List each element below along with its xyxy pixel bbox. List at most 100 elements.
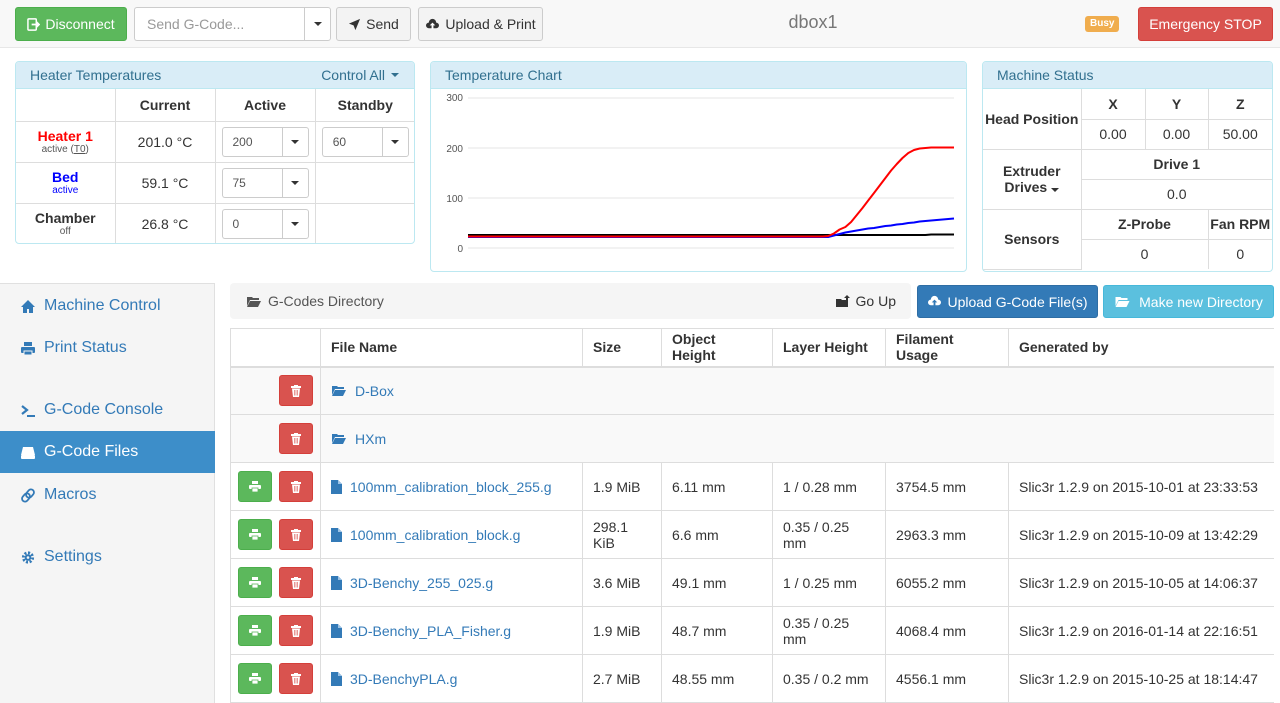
sidebar-item-settings[interactable]: Settings bbox=[0, 536, 215, 578]
sidebar-item-print-status[interactable]: Print Status bbox=[0, 327, 215, 369]
send-icon bbox=[349, 18, 361, 30]
disconnect-button[interactable]: Disconnect bbox=[15, 7, 127, 41]
chevron-down-icon bbox=[291, 180, 299, 185]
file-link[interactable]: 100mm_calibration_block.g bbox=[331, 527, 572, 543]
top-navbar: Disconnect Send Upload & Print dbox1 Bus… bbox=[0, 0, 1280, 48]
printer-icon bbox=[21, 341, 35, 355]
delete-button[interactable] bbox=[279, 567, 313, 598]
file-name-cell[interactable]: 3D-Benchy_PLA_Fisher.g bbox=[320, 606, 583, 655]
fan-rpm-value: 0 bbox=[1207, 238, 1272, 269]
actions-cell bbox=[230, 414, 321, 463]
sidebar: Machine Control Print Status G-Code Cons… bbox=[0, 283, 215, 703]
active-temp-value[interactable]: 0 bbox=[221, 208, 282, 239]
go-up-label: Go Up bbox=[855, 293, 896, 309]
emergency-stop-button[interactable]: Emergency STOP bbox=[1138, 7, 1273, 41]
layer-height: 1 / 0.25 mm bbox=[772, 558, 886, 607]
column-header[interactable]: Size bbox=[582, 328, 662, 368]
active-temp-input[interactable]: 0 bbox=[221, 208, 309, 239]
standby-temp-dropdown[interactable] bbox=[381, 126, 409, 157]
heater-name[interactable]: Heater 1 bbox=[16, 128, 115, 144]
delete-button[interactable] bbox=[279, 663, 313, 694]
column-header[interactable]: Filament Usage bbox=[885, 328, 1009, 368]
upload-print-button[interactable]: Upload & Print bbox=[418, 7, 543, 41]
delete-button[interactable] bbox=[279, 615, 313, 646]
file-row[interactable]: 100mm_calibration_block_255.g 1.9 MiB 6.11… bbox=[230, 462, 1274, 511]
gcode-input[interactable] bbox=[134, 7, 304, 41]
directory-name-cell[interactable]: D-Box bbox=[320, 366, 1274, 415]
file-name-cell[interactable]: 100mm_calibration_block.g bbox=[320, 510, 583, 559]
column-header[interactable]: Layer Height bbox=[772, 328, 886, 368]
sidebar-item-macros[interactable]: Macros bbox=[0, 474, 215, 516]
sidebar-item-label: Machine Control bbox=[44, 297, 161, 314]
folder-open-icon bbox=[1115, 297, 1130, 307]
file-row[interactable]: 100mm_calibration_block.g 298.1 KiB 6.6 mm… bbox=[230, 510, 1274, 559]
send-button[interactable]: Send bbox=[336, 7, 411, 41]
heater-row-1: Heater 1 active (T0) 201.0 °C 200 60 bbox=[16, 120, 414, 163]
make-directory-button[interactable]: Make new Directory bbox=[1103, 285, 1274, 318]
gcode-history-dropdown[interactable] bbox=[304, 7, 331, 41]
file-link[interactable]: 3D-Benchy_PLA_Fisher.g bbox=[331, 623, 572, 639]
tool-link[interactable]: T0 bbox=[74, 144, 86, 155]
delete-button[interactable] bbox=[279, 471, 313, 502]
file-link[interactable]: 3D-Benchy_255_025.g bbox=[331, 575, 572, 591]
file-name-cell[interactable]: 100mm_calibration_block_255.g bbox=[320, 462, 583, 511]
directory-name-cell[interactable]: HXm bbox=[320, 414, 1274, 463]
column-header[interactable]: Generated by bbox=[1008, 328, 1274, 368]
delete-button[interactable] bbox=[279, 423, 313, 454]
sidebar-item-gcode-files[interactable]: G-Code Files bbox=[0, 431, 215, 473]
column-header bbox=[230, 328, 321, 368]
directory-row[interactable]: HXm bbox=[230, 414, 1274, 463]
file-name-cell[interactable]: 3D-BenchyPLA.g bbox=[320, 654, 583, 703]
print-button[interactable] bbox=[238, 615, 272, 646]
active-temp-dropdown[interactable] bbox=[281, 167, 309, 198]
actions-cell bbox=[230, 654, 321, 703]
level-up-icon bbox=[835, 294, 850, 307]
directory-link[interactable]: D-Box bbox=[331, 383, 1264, 399]
active-temp-dropdown[interactable] bbox=[281, 208, 309, 239]
file-link[interactable]: 3D-BenchyPLA.g bbox=[331, 671, 572, 687]
file-row[interactable]: 3D-Benchy_255_025.g 3.6 MiB 49.1 mm 1 / 0.2… bbox=[230, 558, 1274, 607]
active-temp-value[interactable]: 75 bbox=[221, 167, 282, 198]
sensors-label: Sensors bbox=[983, 208, 1082, 270]
file-icon bbox=[331, 479, 342, 494]
standby-temp-cell: 60 bbox=[314, 120, 414, 163]
go-up-button[interactable]: Go Up bbox=[835, 283, 896, 319]
column-header[interactable]: Object Height bbox=[661, 328, 773, 368]
delete-button[interactable] bbox=[279, 375, 313, 407]
upload-gcode-button[interactable]: Upload G-Code File(s) bbox=[917, 285, 1098, 318]
print-button[interactable] bbox=[238, 663, 272, 694]
file-row[interactable]: 3D-Benchy_PLA_Fisher.g 1.9 MiB 48.7 mm 0.35… bbox=[230, 606, 1274, 655]
active-temp-input[interactable]: 75 bbox=[221, 167, 309, 198]
file-link[interactable]: 100mm_calibration_block_255.g bbox=[331, 479, 572, 495]
folder-open-icon bbox=[332, 386, 346, 397]
directory-link[interactable]: HXm bbox=[331, 431, 1264, 447]
heater-name[interactable]: Chamber bbox=[16, 210, 115, 226]
printer-icon bbox=[249, 481, 261, 492]
delete-button[interactable] bbox=[279, 519, 313, 550]
active-temp-dropdown[interactable] bbox=[281, 126, 309, 157]
active-temp-input[interactable]: 200 bbox=[221, 126, 309, 157]
folder-open-icon bbox=[247, 296, 261, 307]
active-temp-value[interactable]: 200 bbox=[221, 126, 282, 157]
extruder-drives-dropdown[interactable]: Extruder Drives bbox=[983, 148, 1082, 210]
file-row[interactable]: 3D-BenchyPLA.g 2.7 MiB 48.55 mm 0.35 / 0.2 … bbox=[230, 654, 1274, 703]
zprobe-label: Z-Probe bbox=[1080, 208, 1209, 240]
print-button[interactable] bbox=[238, 519, 272, 550]
file-name-cell[interactable]: 3D-Benchy_255_025.g bbox=[320, 558, 583, 607]
heater-name-cell: Heater 1 active (T0) bbox=[16, 120, 116, 163]
directory-row[interactable]: D-Box bbox=[230, 366, 1274, 415]
generated-by: Slic3r 1.2.9 on 2015-10-01 at 23:33:53 bbox=[1008, 462, 1274, 511]
standby-temp-value[interactable]: 60 bbox=[321, 126, 382, 157]
sidebar-item-gcode-console[interactable]: G-Code Console bbox=[0, 389, 215, 431]
active-temp-cell: 75 bbox=[214, 161, 316, 204]
control-all-dropdown[interactable]: Control All bbox=[321, 62, 399, 88]
chart-title: Temperature Chart bbox=[445, 67, 562, 83]
heater-name[interactable]: Bed bbox=[16, 169, 115, 185]
actions-cell bbox=[230, 558, 321, 607]
sidebar-item-machine-control[interactable]: Machine Control bbox=[0, 285, 215, 327]
column-header[interactable]: File Name bbox=[320, 328, 583, 368]
print-button[interactable] bbox=[238, 567, 272, 598]
print-button[interactable] bbox=[238, 471, 272, 502]
standby-temp-input[interactable]: 60 bbox=[321, 126, 409, 157]
actions-cell bbox=[230, 462, 321, 511]
